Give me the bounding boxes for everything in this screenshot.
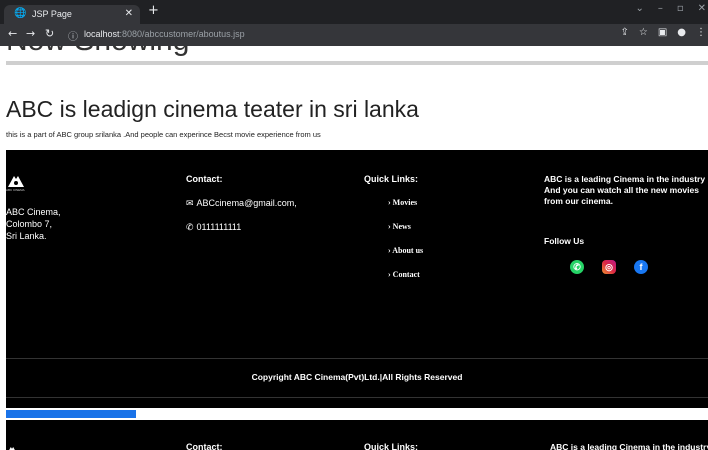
facebook-icon[interactable]: f [634, 260, 648, 274]
phone-row[interactable]: ✆ 0111111111 [186, 222, 241, 233]
toolbar-icons: ⇪ ☆ ▣ ● ⋮ [620, 27, 706, 38]
now-showing-heading: Now Showing [6, 46, 189, 58]
profile-avatar-icon[interactable]: ● [677, 27, 686, 38]
about-subtitle: this is a part of ABC group srilanka .An… [6, 130, 321, 139]
address-block: ABC Cinema, Colombo 7, Sri Lanka. [6, 206, 61, 242]
link-contact[interactable]: › Contact [388, 270, 420, 279]
envelope-icon: ✉ [186, 199, 194, 209]
url-text: localhost:8080/abccustomer/aboutus.jsp [84, 29, 245, 39]
share-icon[interactable]: ⇪ [620, 27, 628, 38]
footer: ABC CINEMA ABC Cinema, Colombo 7, Sri La… [6, 150, 708, 408]
menu-kebab-icon[interactable]: ⋮ [696, 27, 706, 38]
email-row[interactable]: ✉ ABCcinema@gmail.com, [186, 198, 297, 209]
back-arrow-icon[interactable]: ← [8, 27, 17, 40]
contact-title: Contact: [186, 174, 223, 184]
phone-text: 0111111111 [196, 222, 242, 232]
bookmark-star-icon[interactable]: ☆ [639, 27, 648, 38]
instagram-icon[interactable]: ◎ [602, 260, 616, 274]
close-tab-icon[interactable]: ✕ [125, 8, 133, 19]
sidebar-icon[interactable]: ▣ [658, 27, 667, 38]
info-icon[interactable]: ⓘ [68, 28, 78, 43]
whatsapp-icon[interactable]: ✆ [570, 260, 584, 274]
close-window-button[interactable]: ✕ [698, 3, 706, 14]
globe-icon: 🌐 [14, 8, 27, 19]
address-line: Sri Lanka. [6, 231, 47, 241]
reload-icon[interactable]: ↻ [45, 27, 54, 40]
email-text: ABCcinema@gmail.com, [196, 198, 297, 208]
minimize-button[interactable]: – [658, 3, 663, 14]
about-title: ABC is leadign cinema teater in sri lank… [6, 96, 419, 122]
about-text: ABC is a leading Cinema in the industry [550, 442, 708, 450]
footer-divider [6, 358, 708, 359]
browser-toolbar: ← → ↻ ⓘ localhost:8080/abccustomer/about… [0, 24, 708, 46]
progress-fill [6, 410, 136, 418]
link-news[interactable]: › News [388, 222, 411, 231]
quick-links-column: Quick Links: › Movies › News › About us … [364, 174, 423, 279]
divider [6, 61, 708, 65]
about-text: ABC is a leading Cinema in the industry … [544, 174, 706, 206]
link-movies[interactable]: › Movies [388, 198, 417, 207]
maximize-button[interactable]: ▫ [677, 3, 684, 14]
follow-us-title: Follow Us [544, 236, 585, 246]
page-content: Now Showing ABC is leadign cinema teater… [0, 46, 708, 450]
footer-divider [6, 397, 708, 398]
copyright-text: Copyright ABC Cinema(Pvt)Ltd.|All Rights… [251, 372, 463, 382]
address-bar[interactable]: ⓘ localhost:8080/abccustomer/aboutus.jsp [64, 27, 584, 43]
cinema-logo [6, 442, 18, 450]
address-line: Colombo 7, [6, 219, 53, 229]
forward-arrow-icon[interactable]: → [26, 27, 35, 40]
window-controls: ⌄ – ▫ ✕ [635, 3, 708, 14]
link-about-us[interactable]: › About us [388, 246, 423, 255]
tab-search-icon[interactable]: ⌄ [635, 3, 643, 14]
phone-icon: ✆ [186, 223, 194, 233]
progress-bar [6, 408, 708, 420]
browser-tab-bar: 🌐 JSP Page ✕ + ⌄ – ▫ ✕ [0, 0, 708, 24]
footer-duplicate: Contact: Quick Links: ABC is a leading C… [6, 420, 708, 450]
browser-tab[interactable]: 🌐 JSP Page ✕ [4, 5, 140, 24]
contact-column: Contact: ✉ ABCcinema@gmail.com, ✆ 01111111… [186, 174, 297, 233]
tab-title: JSP Page [32, 9, 72, 19]
contact-title: Contact: [186, 442, 223, 450]
quick-links-title: Quick Links: [364, 174, 419, 184]
quick-links-title: Quick Links: [364, 442, 419, 450]
logo-text: ABC CINEMA [6, 188, 25, 192]
about-column: ABC is a leading Cinema in the industry … [544, 174, 706, 274]
new-tab-button[interactable]: + [148, 4, 159, 18]
address-line: ABC Cinema, [6, 207, 61, 217]
